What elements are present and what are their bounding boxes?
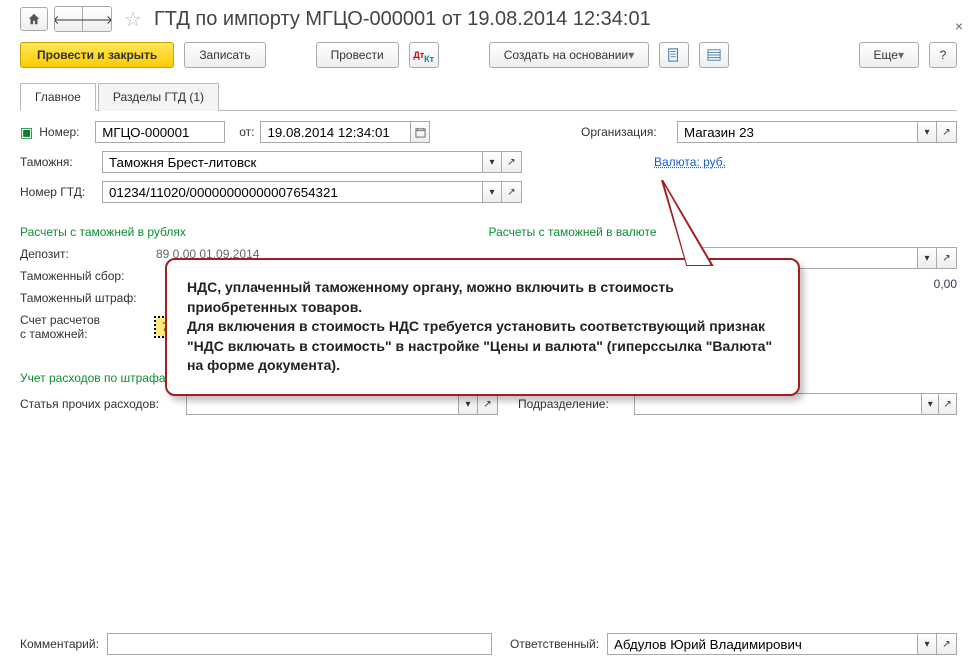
subdiv-open-icon[interactable]: ↗ (939, 393, 957, 415)
list-icon-button[interactable] (699, 42, 729, 68)
customs-dropdown-icon[interactable]: ▾ (482, 151, 502, 173)
expense-item-label: Статья прочих расходов: (20, 397, 180, 411)
back-button[interactable]: 🡐 (55, 7, 83, 31)
gtd-open-icon[interactable]: ↗ (502, 181, 522, 203)
post-button[interactable]: Провести (316, 42, 399, 68)
comment-label: Комментарий: (20, 637, 99, 651)
expense-item-input[interactable] (186, 393, 458, 415)
gtd-num-input[interactable] (102, 181, 482, 203)
org-dropdown-icon[interactable]: ▾ (917, 121, 937, 143)
tab-sections[interactable]: Разделы ГТД (1) (98, 83, 219, 111)
org-label: Организация: (581, 125, 671, 139)
create-based-button[interactable]: Создать на основании (489, 42, 650, 68)
fine-label: Таможенный штраф: (20, 291, 150, 305)
subdiv-label: Подразделение: (518, 397, 628, 411)
from-label: от: (239, 125, 254, 139)
org-input[interactable] (677, 121, 917, 143)
number-label: Номер: (39, 125, 89, 139)
expense-item-open-icon[interactable]: ↗ (478, 393, 498, 415)
tab-main[interactable]: Главное (20, 83, 96, 111)
responsible-dropdown-icon[interactable]: ▾ (917, 633, 937, 655)
number-input[interactable] (95, 121, 225, 143)
customs-input[interactable] (102, 151, 482, 173)
date-input[interactable] (260, 121, 410, 143)
save-button[interactable]: Записать (184, 42, 265, 68)
info-callout: НДС, уплаченный таможенному органу, можн… (165, 258, 800, 396)
favorite-star-icon[interactable]: ☆ (124, 7, 142, 32)
subdiv-input[interactable] (634, 393, 921, 415)
more-button[interactable]: Еще (859, 42, 919, 68)
posted-icon: ▣ (20, 124, 33, 141)
subdiv-dropdown-icon[interactable]: ▾ (921, 393, 939, 415)
home-button[interactable] (20, 7, 48, 31)
responsible-input[interactable] (607, 633, 917, 655)
expense-item-dropdown-icon[interactable]: ▾ (458, 393, 478, 415)
responsible-open-icon[interactable]: ↗ (937, 633, 957, 655)
forward-button[interactable]: 🡒 (83, 7, 111, 31)
comment-input[interactable] (107, 633, 492, 655)
gtd-dropdown-icon[interactable]: ▾ (482, 181, 502, 203)
org-open-icon[interactable]: ↗ (937, 121, 957, 143)
help-button[interactable]: ? (929, 42, 957, 68)
dtkt-button[interactable]: ДтКт (409, 42, 439, 68)
rub-section-header: Расчеты с таможней в рублях (20, 225, 489, 239)
acct-label: Счет расчетовс таможней: (20, 313, 150, 342)
calendar-icon[interactable] (410, 121, 430, 143)
val-deposit-open-icon[interactable]: ↗ (937, 247, 957, 269)
val-deposit-dropdown-icon[interactable]: ▾ (917, 247, 937, 269)
customs-label: Таможня: (20, 155, 96, 169)
currency-link[interactable]: Валюта: руб. (654, 155, 726, 169)
callout-text-1: НДС, уплаченный таможенному органу, можн… (187, 279, 674, 315)
report-icon-button[interactable] (659, 42, 689, 68)
page-title: ГТД по импорту МГЦО-000001 от 19.08.2014… (154, 8, 651, 31)
nav-group: 🡐 🡒 (54, 6, 112, 32)
post-and-close-button[interactable]: Провести и закрыть (20, 42, 174, 68)
deposit-label: Депозит: (20, 247, 150, 261)
val-fee-hidden: 0,00 (934, 277, 957, 291)
close-icon[interactable]: × (955, 18, 963, 34)
callout-text-2: Для включения в стоимость НДС требуется … (187, 318, 772, 373)
customs-open-icon[interactable]: ↗ (502, 151, 522, 173)
responsible-label: Ответственный: (510, 637, 599, 651)
fee-label: Таможенный сбор: (20, 269, 150, 283)
gtd-num-label: Номер ГТД: (20, 185, 96, 199)
